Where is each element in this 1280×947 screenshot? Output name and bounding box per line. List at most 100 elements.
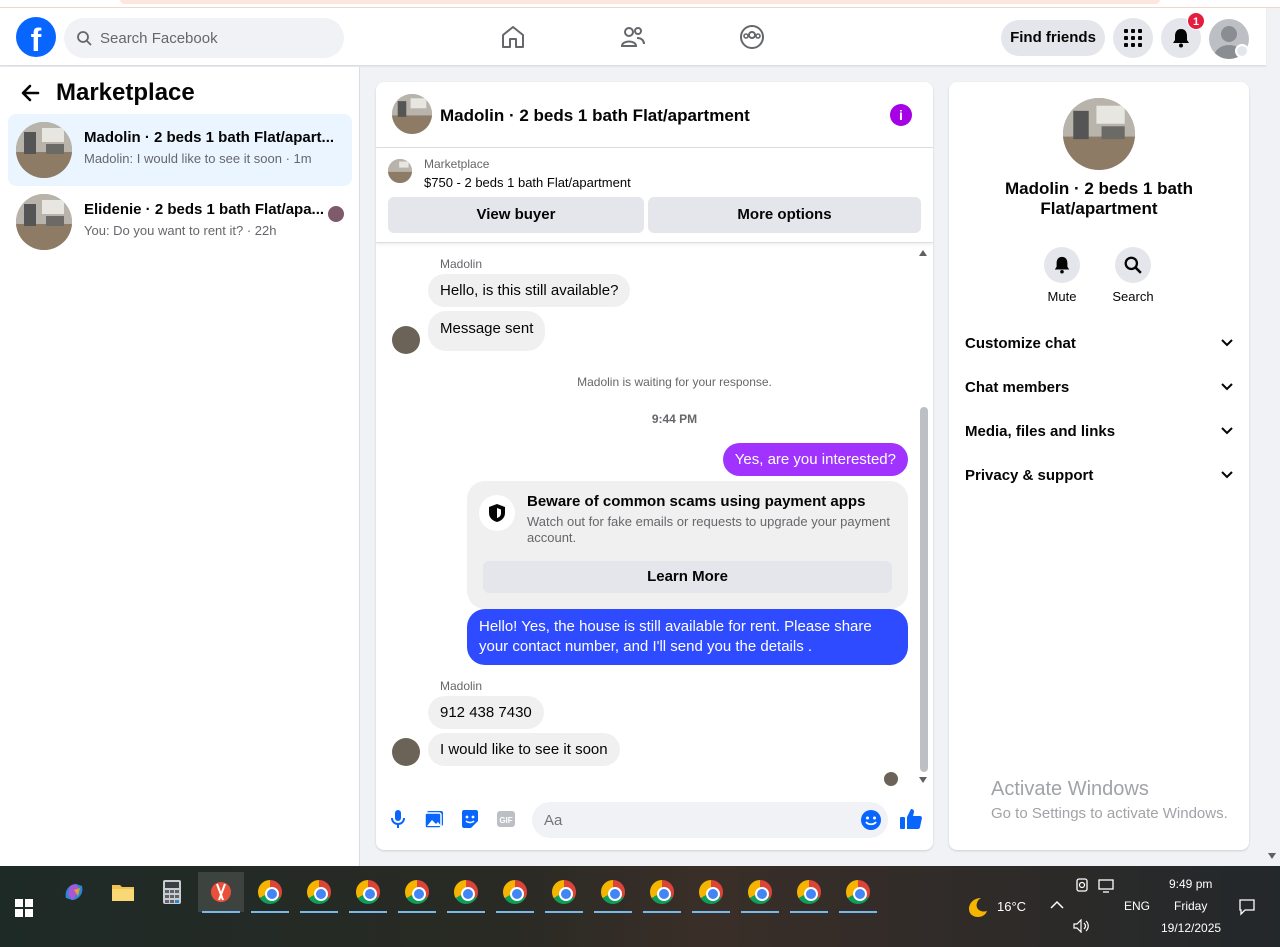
sender-name: Madolin (440, 679, 483, 693)
shield-icon (479, 495, 515, 531)
search-input[interactable] (100, 29, 320, 47)
copilot-app-icon[interactable] (51, 872, 97, 912)
chrome-window-icon[interactable] (688, 872, 734, 913)
message-input[interactable] (544, 811, 844, 829)
info-icon[interactable]: i (890, 104, 912, 126)
friends-icon[interactable] (620, 24, 646, 50)
chat-title[interactable]: Madolin · 2 beds 1 bath Flat/apartment (440, 106, 750, 126)
network-icon[interactable] (1098, 879, 1114, 893)
listing-price-title[interactable]: $750 - 2 beds 1 bath Flat/apartment (424, 175, 631, 190)
listing-thumbnail (16, 194, 72, 250)
groups-icon[interactable] (739, 24, 765, 50)
chrome-window-icon[interactable] (835, 872, 881, 913)
section-label: Chat members (965, 378, 1070, 396)
home-icon[interactable] (500, 24, 526, 50)
chat-scrollbar[interactable] (920, 407, 928, 772)
seen-avatar (884, 772, 898, 786)
chrome-window-icon[interactable] (394, 872, 440, 913)
chevron-up-icon[interactable] (1050, 900, 1064, 910)
more-options-button[interactable]: More options (648, 197, 921, 233)
search-box[interactable] (64, 18, 344, 58)
listing-thumbnail (16, 122, 72, 178)
photo-icon[interactable] (423, 808, 445, 830)
gif-icon[interactable]: GIF (495, 808, 517, 830)
marketplace-inbox: Marketplace Madolin · 2 beds 1 bath Flat… (0, 67, 360, 866)
moon-weather-icon[interactable] (965, 895, 989, 919)
customize-chat-section[interactable]: Customize chat (965, 321, 1233, 365)
privacy-support-section[interactable]: Privacy & support (965, 453, 1233, 497)
back-arrow-icon[interactable] (20, 83, 40, 103)
mute-label: Mute (1047, 289, 1077, 304)
incoming-message[interactable]: I would like to see it soon (428, 733, 620, 766)
notification-center-icon[interactable] (1238, 898, 1256, 916)
media-files-section[interactable]: Media, files and links (965, 409, 1233, 453)
incoming-message[interactable]: Message sent (428, 311, 546, 351)
chevron-down-icon (1221, 471, 1233, 479)
weather-temperature[interactable]: 16°C (997, 899, 1026, 914)
view-buyer-button[interactable]: View buyer (388, 197, 644, 233)
browser-tab-strip (0, 0, 1280, 8)
incoming-message[interactable]: Hello, is this still available? (428, 274, 631, 307)
activate-title: Activate Windows (991, 778, 1149, 800)
page-title: Marketplace (56, 79, 195, 106)
incoming-message[interactable]: 912 438 7430 (428, 696, 544, 729)
chat-members-section[interactable]: Chat members (965, 365, 1233, 409)
listing-photo[interactable] (1063, 98, 1135, 170)
listing-thumbnail (388, 159, 412, 183)
find-friends-button[interactable]: Find friends (1001, 20, 1105, 56)
notification-badge: 1 (1187, 12, 1205, 30)
scam-warning-body: Watch out for fake emails or requests to… (527, 514, 890, 545)
facebook-logo[interactable]: f (16, 17, 56, 57)
chrome-window-icon[interactable] (786, 872, 832, 913)
chrome-window-icon[interactable] (296, 872, 342, 913)
chevron-down-icon (1221, 383, 1233, 391)
chrome-window-icon[interactable] (639, 872, 685, 913)
message-list: Madolin Hello, is this still available? … (376, 244, 933, 790)
search-in-chat-button[interactable]: Search (1098, 247, 1168, 304)
clock-date[interactable]: 19/12/2025 (1161, 921, 1221, 935)
scroll-up-arrow[interactable] (919, 250, 927, 256)
clock-time[interactable]: 9:49 pm (1169, 877, 1212, 891)
language-indicator[interactable]: ENG (1124, 899, 1150, 913)
menu-button[interactable] (1113, 18, 1153, 58)
conversation-item[interactable]: Madolin · 2 beds 1 bath Flat/apart... Ma… (8, 114, 352, 186)
calculator-icon[interactable] (149, 872, 195, 912)
chrome-window-icon[interactable] (737, 872, 783, 913)
chrome-window-icon[interactable] (492, 872, 538, 913)
message-timestamp: 9:44 PM (651, 412, 698, 426)
file-explorer-icon[interactable] (100, 872, 146, 912)
windows-start-icon[interactable] (15, 899, 33, 917)
clock-day[interactable]: Friday (1174, 899, 1207, 913)
outgoing-message[interactable]: Yes, are you interested? (722, 443, 908, 476)
chrome-window-icon[interactable] (590, 872, 636, 913)
snipping-tool-icon[interactable] (198, 872, 244, 913)
waiting-notice: Madolin is waiting for your response. (577, 375, 772, 389)
section-label: Privacy & support (965, 466, 1094, 484)
conversation-item[interactable]: Elidenie · 2 beds 1 bath Flat/apa... You… (8, 186, 352, 258)
chrome-window-icon[interactable] (345, 872, 391, 913)
chrome-window-icon[interactable] (541, 872, 587, 913)
mute-button[interactable]: Mute (1027, 247, 1097, 304)
chrome-window-icon[interactable] (443, 872, 489, 913)
message-composer: GIF (376, 794, 933, 850)
message-input-box[interactable] (532, 802, 888, 838)
chevron-down-icon[interactable] (1235, 44, 1249, 58)
chevron-down-icon (1221, 339, 1233, 347)
sticker-icon[interactable] (459, 808, 481, 830)
sender-name: Madolin (440, 257, 483, 271)
scroll-down-arrow[interactable] (919, 777, 927, 783)
section-label: Media, files and links (965, 422, 1116, 440)
page-scroll-down-arrow[interactable] (1268, 853, 1276, 859)
speaker-icon[interactable] (1073, 919, 1091, 933)
chat-listing-thumbnail[interactable] (392, 94, 432, 134)
outgoing-message[interactable]: Hello! Yes, the house is still available… (467, 609, 908, 665)
learn-more-button[interactable]: Learn More (483, 561, 892, 593)
device-icon[interactable] (1075, 878, 1089, 894)
chrome-window-icon[interactable] (247, 872, 293, 913)
thumbs-up-icon[interactable] (899, 807, 923, 831)
emoji-icon[interactable] (860, 809, 882, 831)
microphone-icon[interactable] (387, 808, 409, 830)
inbox-header: Marketplace (20, 79, 195, 107)
conversation-preview: You: Do you want to rent it? · 22h (84, 223, 277, 238)
windows-taskbar: 16°C ENG 9:49 pm Friday 19/12/2025 (0, 866, 1280, 947)
